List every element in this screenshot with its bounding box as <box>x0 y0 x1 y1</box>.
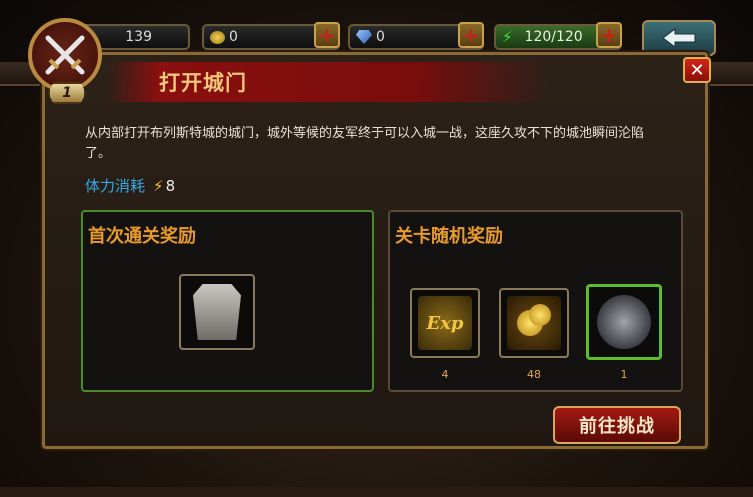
back-arrow-icon <box>662 28 696 48</box>
gem-value: 0 <box>376 29 385 45</box>
title-bar: 打开城门 <box>107 62 547 102</box>
diamond-icon <box>356 30 372 44</box>
power-value: 139 <box>125 29 152 45</box>
gold-display: 0 + <box>202 22 340 50</box>
stamina-cost-value: 8 <box>165 176 176 195</box>
add-gems-button[interactable]: + <box>458 22 484 48</box>
energy-bolt-icon: ⚡ <box>502 28 513 46</box>
stage-title: 打开城门 <box>159 71 247 95</box>
first-clear-rewards-panel: 首次通关奖励 <box>81 210 374 392</box>
reward-count-exp: 4 <box>441 368 449 381</box>
gem-display: 0 + <box>348 22 484 50</box>
random-rewards-title: 关卡随机奖励 <box>395 226 503 247</box>
level-badge: 1 <box>48 82 86 104</box>
first-clear-rewards-title: 首次通关奖励 <box>88 226 196 247</box>
gold-coins-icon <box>507 296 561 350</box>
reward-slot-gold[interactable] <box>499 288 569 358</box>
back-button[interactable] <box>642 20 716 56</box>
reward-slot-armor[interactable] <box>179 274 255 350</box>
stamina-value: 120/120 <box>524 29 583 45</box>
reward-count-gold: 48 <box>527 368 541 381</box>
gold-coin-icon <box>210 30 225 44</box>
reward-count-stone: 1 <box>620 368 628 381</box>
lightning-icon: ⚡ <box>153 176 164 195</box>
stamina-display: ⚡ 120/120 + <box>494 22 622 50</box>
gold-value: 0 <box>229 29 238 45</box>
armor-icon <box>193 284 241 340</box>
exp-icon: Exp <box>418 296 472 350</box>
reward-slot-stone[interactable] <box>586 284 662 360</box>
close-button[interactable]: ✕ <box>683 57 711 83</box>
stage-description: 从内部打开布列斯特城的城门，城外等候的友军终于可以入城一战，这座久攻不下的城池瞬… <box>85 126 645 161</box>
player-emblem[interactable] <box>28 18 102 92</box>
random-rewards-panel: 关卡随机奖励 Exp 4 48 1 <box>388 210 683 392</box>
stone-orb-icon <box>597 295 651 349</box>
add-gold-button[interactable]: + <box>314 22 340 48</box>
crossed-swords-icon <box>45 35 85 75</box>
stage-dialog: 打开城门 ✕ 从内部打开布列斯特城的城门，城外等候的友军终于可以入城一战，这座久… <box>42 52 711 449</box>
add-stamina-button[interactable]: + <box>596 22 622 48</box>
reward-slot-exp[interactable]: Exp <box>410 288 480 358</box>
stamina-cost: 体力消耗 ⚡ 8 <box>85 175 175 196</box>
background-bottom <box>0 487 753 497</box>
go-challenge-button[interactable]: 前往挑战 <box>553 406 681 444</box>
stamina-cost-label: 体力消耗 <box>85 177 146 195</box>
